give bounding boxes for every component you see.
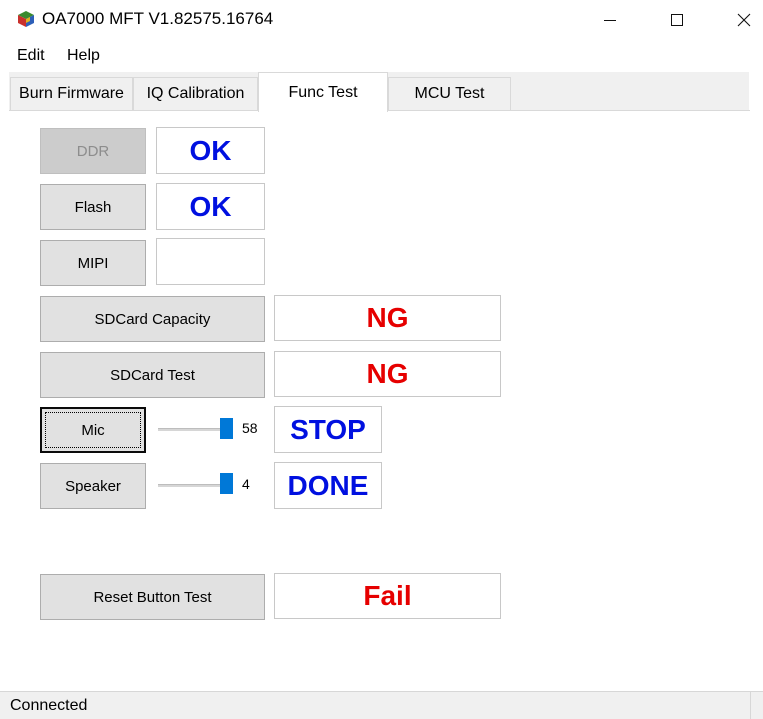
minimize-button[interactable] (582, 0, 637, 40)
speaker-result: DONE (274, 462, 382, 509)
tab-burn-firmware[interactable]: Burn Firmware (10, 77, 133, 110)
sdcard-capacity-button[interactable]: SDCard Capacity (40, 296, 265, 342)
sdcard-test-button[interactable]: SDCard Test (40, 352, 265, 398)
speaker-button[interactable]: Speaker (40, 463, 146, 509)
reset-button-test-button[interactable]: Reset Button Test (40, 574, 265, 620)
close-icon (737, 13, 750, 27)
maximize-button[interactable] (649, 0, 704, 40)
sdcard-capacity-result: NG (274, 295, 501, 341)
speaker-slider-value: 4 (242, 476, 250, 492)
mic-button[interactable]: Mic (40, 407, 146, 453)
tab-iq-calibration[interactable]: IQ Calibration (133, 77, 258, 110)
status-text: Connected (10, 697, 88, 714)
flash-result: OK (156, 183, 265, 230)
menu-bar (0, 44, 763, 70)
mipi-button[interactable]: MIPI (40, 240, 146, 286)
mic-slider-value: 58 (242, 420, 258, 436)
reset-button-test-result: Fail (274, 573, 501, 619)
status-bar (0, 691, 763, 719)
speaker-slider-thumb[interactable] (220, 473, 233, 494)
minimize-icon (603, 20, 616, 21)
tab-func-test[interactable]: Func Test (258, 72, 388, 112)
maximize-icon (670, 14, 683, 26)
mipi-result (156, 238, 265, 285)
mic-result: STOP (274, 406, 382, 453)
menu-edit[interactable]: Edit (17, 47, 45, 65)
sdcard-test-result: NG (274, 351, 501, 397)
ddr-button[interactable]: DDR (40, 128, 146, 174)
mic-slider-thumb[interactable] (220, 418, 233, 439)
cube-app-icon (17, 10, 35, 28)
flash-button[interactable]: Flash (40, 184, 146, 230)
close-button[interactable] (716, 0, 763, 40)
menu-help[interactable]: Help (67, 47, 100, 65)
ddr-result: OK (156, 127, 265, 174)
window-title: OA7000 MFT V1.82575.16764 (42, 9, 274, 28)
tab-mcu-test[interactable]: MCU Test (388, 77, 511, 110)
status-bar-grip (750, 692, 763, 719)
